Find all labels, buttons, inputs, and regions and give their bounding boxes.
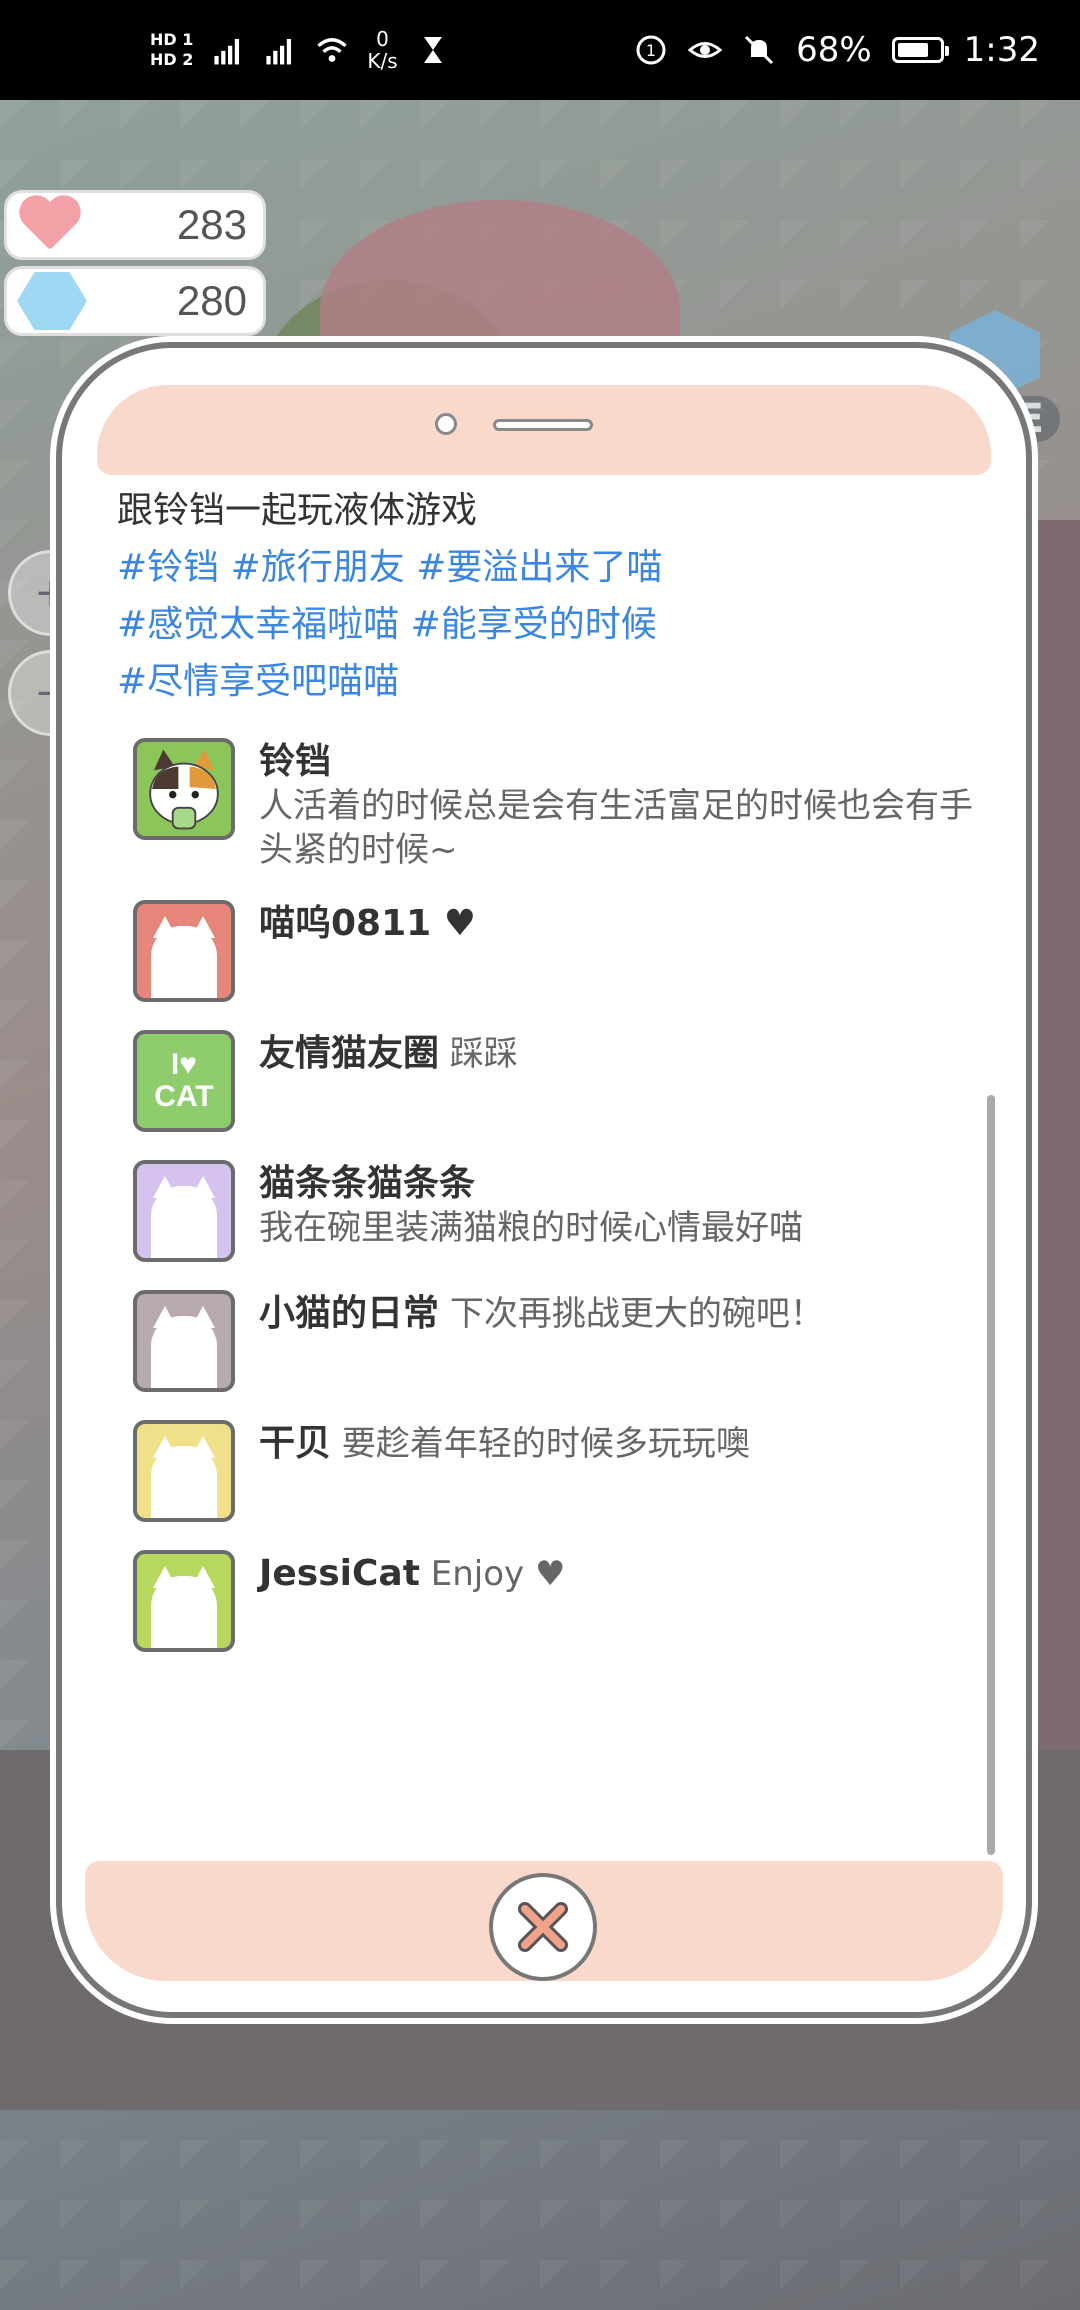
hearts-value: 283 xyxy=(176,201,247,248)
speaker-bar xyxy=(493,419,593,431)
comment-text-block: 干贝 要趁着年轻的时候多玩玩噢 xyxy=(259,1420,750,1466)
battery-percent: 68% xyxy=(796,30,872,70)
comment-text-block: 猫条条猫条条 我在碗里装满猫粮的时候心情最好喵 xyxy=(259,1160,803,1250)
hd-sim-icon: HD 1 HD 2 xyxy=(150,30,194,69)
comment-item: 猫条条猫条条 我在碗里装满猫粮的时候心情最好喵 xyxy=(133,1160,977,1262)
post-detail-modal: 跟铃铛一起玩液体游戏 #铃铛 #旅行朋友 #要溢出来了喵 #感觉太幸福啦喵 #能… xyxy=(62,348,1026,2012)
status-left: HD 1 HD 2 0 K/s xyxy=(150,28,450,72)
comment-body: 踩踩 xyxy=(449,1034,518,1074)
comment-username[interactable]: 铃铛 xyxy=(259,740,977,784)
camera-dot xyxy=(435,413,457,435)
close-icon xyxy=(518,1902,568,1952)
i-love-cat-icon: I♥ CAT xyxy=(137,1034,231,1128)
comment-text-block: 喵呜0811 ♥ xyxy=(259,900,476,946)
comment-username[interactable]: JessiCat xyxy=(259,1553,420,1594)
comment-body: 下次再挑战更大的碗吧！ xyxy=(449,1294,824,1334)
tags-line[interactable]: #尽情享受吧喵喵 xyxy=(117,653,977,710)
avatar[interactable] xyxy=(133,1160,235,1262)
comment-body: 要趁着年轻的时候多玩玩噢 xyxy=(341,1424,750,1464)
close-button[interactable] xyxy=(489,1873,597,1981)
avatar[interactable] xyxy=(133,1550,235,1652)
comment-body: 我在碗里装满猫粮的时候心情最好喵 xyxy=(259,1208,803,1248)
signal-icon-2 xyxy=(266,38,292,65)
heart-icon xyxy=(17,197,81,253)
gem-icon xyxy=(17,272,87,330)
comment-username[interactable]: 干贝 xyxy=(259,1423,331,1464)
comment-text-block: 小猫的日常 下次再挑战更大的碗吧！ xyxy=(259,1290,824,1336)
cat-silhouette-icon xyxy=(151,1306,217,1388)
comment-username[interactable]: 猫条条猫条条 xyxy=(259,1162,803,1206)
comment-username[interactable]: 小猫的日常 xyxy=(259,1293,439,1334)
post-tags: #铃铛 #旅行朋友 #要溢出来了喵 #感觉太幸福啦喵 #能享受的时候 #尽情享受… xyxy=(117,539,977,710)
comment-item: 喵呜0811 ♥ xyxy=(133,900,977,1002)
network-speed: 0 K/s xyxy=(367,28,397,72)
hourglass-icon xyxy=(423,37,442,63)
data-saver-icon: 1 xyxy=(636,35,666,65)
post-content: 跟铃铛一起玩液体游戏 #铃铛 #旅行朋友 #要溢出来了喵 #感觉太幸福啦喵 #能… xyxy=(117,483,977,1680)
comment-text-block: 友情猫友圈 踩踩 xyxy=(259,1030,518,1076)
wifi-icon xyxy=(317,38,348,62)
tags-line[interactable]: #感觉太幸福啦喵 #能享受的时候 xyxy=(117,596,977,653)
avatar[interactable] xyxy=(133,738,235,840)
comment-item: JessiCat Enjoy ♥ xyxy=(133,1550,977,1652)
avatar[interactable]: I♥ CAT xyxy=(133,1030,235,1132)
svg-text:1: 1 xyxy=(646,41,656,60)
comment-item: 干贝 要趁着年轻的时候多玩玩噢 xyxy=(133,1420,977,1522)
gems-value: 280 xyxy=(176,277,247,324)
avatar-text-line: I♥ xyxy=(170,1048,198,1081)
avatar[interactable] xyxy=(133,1420,235,1522)
post-caption: 跟铃铛一起玩液体游戏 xyxy=(117,490,478,531)
comment-username[interactable]: 喵呜0811 ♥ xyxy=(259,903,476,944)
signal-icon xyxy=(214,38,240,65)
comment-list[interactable]: 铃铛 人活着的时候总是会有生活富足的时候也会有手头紧的时候~ 喵呜0811 ♥ … xyxy=(117,738,977,1652)
scrollbar[interactable] xyxy=(987,1095,995,1855)
clock: 1:32 xyxy=(963,30,1040,70)
status-right: 1 68% 1:32 xyxy=(634,30,1040,70)
battery-icon xyxy=(891,37,949,63)
cat-silhouette-icon xyxy=(151,916,217,998)
comment-item: I♥ CAT 友情猫友圈 踩踩 xyxy=(133,1030,977,1132)
comment-item: 小猫的日常 下次再挑战更大的碗吧！ xyxy=(133,1290,977,1392)
cat-silhouette-icon xyxy=(151,1566,217,1648)
avatar-text-line: CAT xyxy=(154,1080,214,1113)
bell-muted-icon xyxy=(745,35,774,65)
avatar[interactable] xyxy=(133,900,235,1002)
status-bar: HD 1 HD 2 0 K/s 1 68% 1:32 xyxy=(0,0,1080,100)
comment-text-block: 铃铛 人活着的时候总是会有生活富足的时候也会有手头紧的时候~ xyxy=(259,738,977,872)
cat-silhouette-icon xyxy=(151,1436,217,1518)
network-speed-value: 0 xyxy=(376,27,389,51)
comment-username[interactable]: 友情猫友圈 xyxy=(259,1033,439,1074)
comment-body: 人活着的时候总是会有生活富足的时候也会有手头紧的时候~ xyxy=(259,786,973,870)
eye-icon xyxy=(688,42,723,58)
calico-cat-icon xyxy=(149,749,219,830)
gems-counter: 280 xyxy=(4,266,266,336)
comment-item: 铃铛 人活着的时候总是会有生活富足的时候也会有手头紧的时候~ xyxy=(133,738,977,872)
tags-line[interactable]: #铃铛 #旅行朋友 #要溢出来了喵 xyxy=(117,539,977,596)
avatar[interactable] xyxy=(133,1290,235,1392)
comment-text-block: JessiCat Enjoy ♥ xyxy=(259,1550,565,1596)
comment-body: Enjoy ♥ xyxy=(430,1554,566,1594)
network-speed-unit: K/s xyxy=(367,49,398,73)
hearts-counter: 283 xyxy=(4,190,266,260)
cat-silhouette-icon xyxy=(151,1176,217,1258)
